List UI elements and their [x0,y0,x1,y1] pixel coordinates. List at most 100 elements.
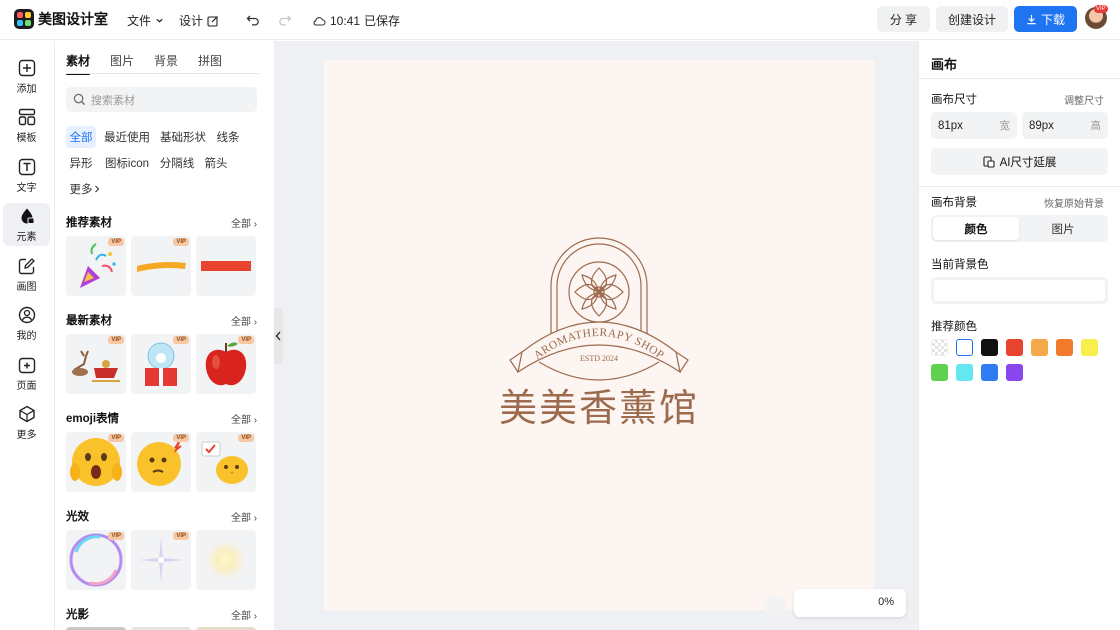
color-swatch[interactable] [1006,364,1023,381]
tab-backgrounds[interactable]: 背景 [154,52,178,69]
zoom-control[interactable]: 0% [794,589,906,617]
redo-icon[interactable] [276,11,294,29]
sidebar-item-draw[interactable]: 画图 [3,253,50,296]
sidebar-item-label: 更多 [16,429,37,441]
canvas-bg-label: 画布背景 [931,197,977,209]
chip-icons[interactable]: 图标icon [101,152,153,174]
collapse-panel-button[interactable] [274,308,283,364]
current-bg-swatch [934,280,1105,301]
section-all-link[interactable]: 全部 › [231,607,257,622]
color-swatch[interactable] [1031,339,1048,356]
download-button[interactable]: 下载 [1014,6,1077,32]
color-swatch[interactable] [1081,339,1098,356]
asset-thumb-scream-emoji[interactable]: VIP [66,432,126,492]
section-all-link[interactable]: 全部 › [231,411,257,426]
share-button[interactable]: 分 享 [877,6,930,32]
current-bg-color-field[interactable] [931,277,1108,304]
app-logo[interactable]: 美图设计室 [14,9,108,29]
vip-tag: VIP [173,532,189,540]
sidebar-item-label: 模板 [16,132,37,144]
section-all-link[interactable]: 全部 › [231,509,257,524]
asset-thumb-snow-globe[interactable]: VIP [131,334,191,394]
adjust-size-link[interactable]: 调整尺寸 [1064,92,1104,107]
restore-bg-link[interactable]: 恢复原始背景 [1044,195,1104,210]
chip-lines[interactable]: 线条 [213,126,243,148]
tab-divider [66,73,259,74]
create-design-button[interactable]: 创建设计 [936,6,1008,32]
chip-all[interactable]: 全部 [66,126,96,148]
sidebar-item-element[interactable]: 元素 [3,203,50,246]
search-icon [73,93,86,106]
color-swatch[interactable] [956,364,973,381]
sidebar-item-mine[interactable]: 我的 [3,302,50,345]
cloud-icon [313,16,326,26]
section-title-latest: 最新素材 [66,315,112,327]
color-swatch[interactable] [931,339,948,356]
section-title-light-shadow: 光影 [66,609,89,621]
search-input[interactable]: 搜索素材 [66,87,257,112]
asset-thumb-red-bar[interactable] [196,236,256,296]
section-all-link[interactable]: 全部 › [231,215,257,230]
recommended-colors-label: 推荐颜色 [931,321,977,333]
color-swatch[interactable] [1006,339,1023,356]
asset-thumb-sparkle[interactable]: VIP [131,530,191,590]
color-swatch[interactable] [981,339,998,356]
asset-thumb-reindeer-sleigh[interactable]: VIP [66,334,126,394]
section-title-emoji: emoji表情 [66,413,120,425]
ai-extend-button[interactable]: AI尺寸延展 [931,148,1108,175]
chip-arrows[interactable]: 箭头 [201,152,231,174]
file-menu-label: 文件 [127,14,152,28]
width-field[interactable]: 81px 宽 [931,112,1017,139]
section-all-link[interactable]: 全部 › [231,313,257,328]
help-button[interactable] [764,595,786,617]
app-name: 美图设计室 [38,11,108,27]
chip-irregular[interactable]: 异形 [66,152,96,174]
brand-title[interactable]: 美美香薰馆 [499,386,699,430]
asset-thumb-bubble[interactable]: VIP [66,530,126,590]
chip-dividers[interactable]: 分隔线 [157,152,197,174]
chip-recent[interactable]: 最近使用 [101,126,153,148]
vip-tag: VIP [108,336,124,344]
tab-assets[interactable]: 素材 [66,52,91,75]
design-canvas[interactable]: AROMATHERAPY SHOP ESTD 2024 美美香薰馆 [324,60,874,610]
asset-thumb-yellow-stroke[interactable]: VIP [131,236,191,296]
tab-collage[interactable]: 拼图 [198,52,222,69]
chip-basic-shapes[interactable]: 基础形状 [157,126,209,148]
all-label: 全部 [231,219,251,230]
color-swatch[interactable] [981,364,998,381]
sidebar-item-text[interactable]: 文字 [3,154,50,197]
seg-color[interactable]: 颜色 [933,217,1019,240]
chip-more[interactable]: 更多 [66,178,104,200]
page-icon [18,357,35,373]
download-icon [1027,14,1036,24]
asset-thumb-glow[interactable] [196,530,256,590]
file-menu[interactable]: 文件 [127,12,164,29]
sidebar-item-add[interactable]: 添加 [3,55,50,98]
asset-thumb-apple[interactable]: VIP [196,334,256,394]
chip-more-label: 更多 [69,184,93,196]
sidebar-item-template[interactable]: 模板 [3,104,50,147]
design-menu-label: 设计 [179,14,204,28]
seg-image[interactable]: 图片 [1020,217,1106,240]
top-bar: 美图设计室 文件 设计 10:41 已保存 分 享 创建设计 下载 VIP [0,0,1120,40]
element-icon [21,208,34,224]
vip-tag: VIP [108,434,124,442]
zoom-level: 0% [878,596,894,608]
design-menu[interactable]: 设计 [179,12,219,29]
color-swatch[interactable] [956,339,973,356]
undo-icon[interactable] [244,11,262,29]
sidebar-item-more[interactable]: 更多 [3,401,50,444]
sidebar-item-page[interactable]: 页面 [3,352,50,395]
tab-images[interactable]: 图片 [110,52,134,69]
color-swatch[interactable] [931,364,948,381]
asset-tabs: 素材 图片 背景 拼图 [66,52,222,75]
aromatherapy-logo[interactable]: AROMATHERAPY SHOP ESTD 2024 美美香薰馆 [324,60,874,610]
asset-thumb-chick-emoji[interactable]: VIP [196,432,256,492]
asset-thumb-thinking-emoji[interactable]: VIP [131,432,191,492]
draw-icon [18,257,35,274]
properties-panel: 画布 画布尺寸 调整尺寸 81px 宽 89px 高 AI尺寸延展 画布背景 恢… [918,41,1120,630]
logo-est-text: ESTD 2024 [580,354,618,363]
color-swatch[interactable] [1056,339,1073,356]
height-field[interactable]: 89px 高 [1022,112,1108,139]
asset-thumb-party-popper[interactable]: VIP [66,236,126,296]
